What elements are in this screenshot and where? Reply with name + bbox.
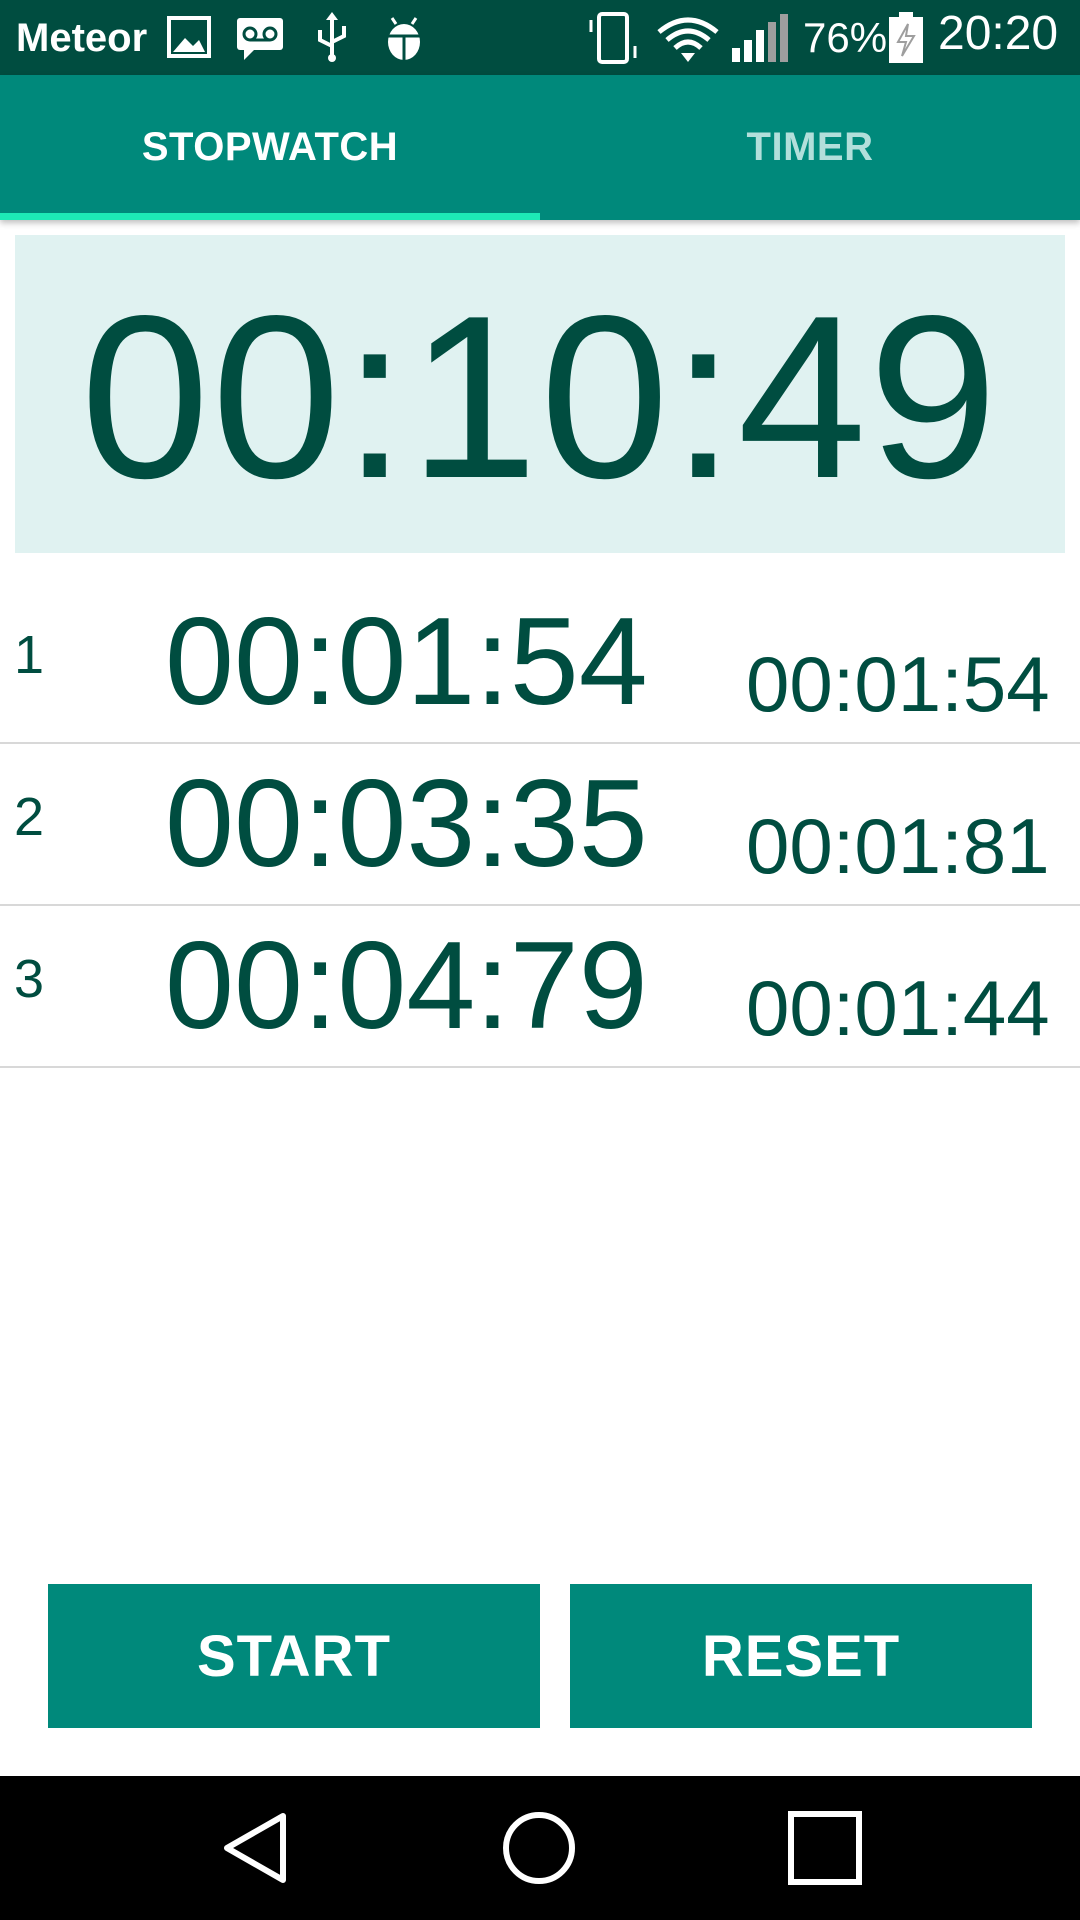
elapsed-time-panel: 00:10:49	[15, 235, 1065, 553]
status-bar: Meteor 76% 20:20	[0, 0, 1080, 75]
back-icon[interactable]	[205, 1798, 305, 1898]
signal-icon	[732, 14, 788, 62]
tab-timer[interactable]: TIMER	[540, 75, 1080, 220]
lap-number: 1	[14, 625, 45, 685]
carrier-name: Meteor	[16, 16, 148, 60]
reset-button[interactable]: RESET	[570, 1584, 1032, 1728]
navigation-bar	[0, 1776, 1080, 1920]
status-clock: 20:20	[938, 7, 1059, 60]
tab-stopwatch[interactable]: STOPWATCH	[0, 75, 540, 220]
lap-number: 3	[14, 949, 45, 1009]
lap-number: 2	[14, 787, 45, 847]
lap-row: 3 00:04:79 00:01:44	[0, 906, 1080, 1068]
lap-row: 1 00:01:54 00:01:54	[0, 582, 1080, 744]
elapsed-time: 00:10:49	[80, 268, 1000, 527]
lap-list: 1 00:01:54 00:01:54 2 00:03:35 00:01:81 …	[0, 582, 1080, 1068]
battery-percent: 76%	[803, 14, 888, 61]
tab-timer-label: TIMER	[746, 125, 874, 169]
lap-split-time: 00:01:81	[746, 802, 1050, 890]
usb-icon	[318, 12, 346, 62]
lap-split-time: 00:01:54	[746, 640, 1050, 728]
tab-active-indicator	[0, 213, 540, 220]
vibrate-icon	[589, 12, 637, 64]
android-debug-icon	[384, 17, 424, 60]
image-icon	[167, 16, 211, 58]
start-button-label: START	[196, 1623, 391, 1689]
battery-charging-icon	[889, 12, 923, 63]
home-icon[interactable]	[489, 1798, 589, 1898]
lap-total-time: 00:03:35	[165, 755, 648, 893]
tab-bar: STOPWATCH TIMER	[0, 75, 1080, 220]
lap-total-time: 00:01:54	[165, 593, 648, 731]
lap-total-time: 00:04:79	[165, 917, 648, 1055]
tab-stopwatch-label: STOPWATCH	[141, 125, 399, 169]
recents-icon[interactable]	[775, 1798, 875, 1898]
lap-split-time: 00:01:44	[746, 964, 1050, 1052]
wifi-icon	[657, 17, 719, 62]
reset-button-label: RESET	[701, 1623, 901, 1689]
voicemail-icon	[237, 18, 283, 60]
start-button[interactable]: START	[48, 1584, 540, 1728]
lap-row: 2 00:03:35 00:01:81	[0, 744, 1080, 906]
